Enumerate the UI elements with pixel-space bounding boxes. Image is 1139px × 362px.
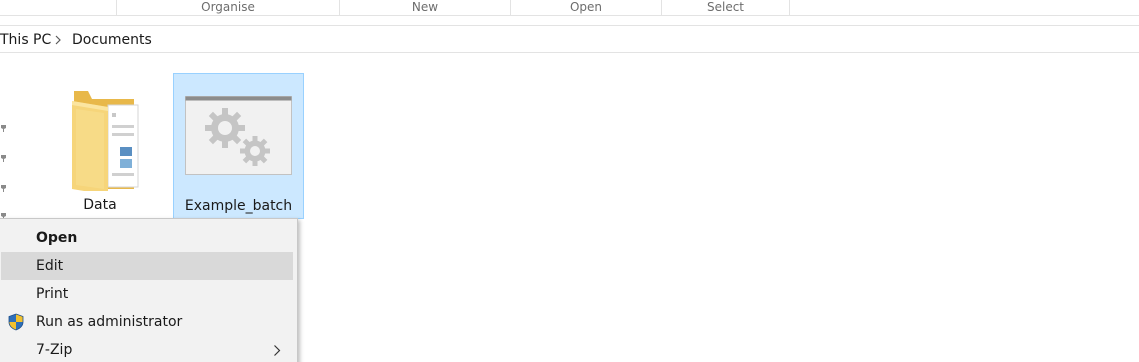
menu-item-label: 7-Zip <box>36 342 73 358</box>
ribbon-group-organise: Organise <box>116 0 339 16</box>
menu-item-edit[interactable]: Edit <box>1 252 293 280</box>
file-item-example-batch[interactable]: Example_batch <box>173 73 304 219</box>
file-item-label: Data <box>83 197 117 213</box>
file-item-data[interactable]: Data <box>44 73 156 219</box>
chevron-right-icon[interactable] <box>53 32 63 48</box>
ribbon-divider <box>789 0 790 16</box>
menu-item-run-as-administrator[interactable]: Run as administrator <box>1 308 293 336</box>
menu-item-label: Open <box>36 230 78 246</box>
address-bar[interactable]: This PC Documents <box>0 25 1139 53</box>
uac-shield-icon <box>8 313 24 331</box>
breadcrumb-this-pc[interactable]: This PC <box>0 32 51 48</box>
ribbon-group-labels: Organise New Open Select <box>0 0 1139 16</box>
batch-file-gears-icon <box>185 96 292 175</box>
ribbon-group-open: Open <box>510 0 661 16</box>
pin-icon[interactable] <box>0 184 7 193</box>
submenu-arrow-icon <box>274 345 281 356</box>
ribbon-group-select: Select <box>661 0 789 16</box>
menu-item-print[interactable]: Print <box>1 280 293 308</box>
context-menu: Open Edit Print Run as administrator 7-Z… <box>0 218 298 362</box>
pin-icon[interactable] <box>0 124 7 133</box>
menu-item-open[interactable]: Open <box>1 224 293 252</box>
menu-item-label: Print <box>36 286 69 302</box>
file-explorer-window: Organise New Open Select This PC Documen… <box>0 0 1139 362</box>
breadcrumb-documents[interactable]: Documents <box>72 32 152 48</box>
folder-icon <box>72 91 139 191</box>
menu-item-7-zip[interactable]: 7-Zip <box>1 336 293 362</box>
ribbon-group-new: New <box>339 0 510 16</box>
menu-item-label: Run as administrator <box>36 314 183 330</box>
file-item-label: Example_batch <box>184 198 293 214</box>
pin-icon[interactable] <box>0 154 7 163</box>
menu-item-label: Edit <box>36 258 64 274</box>
